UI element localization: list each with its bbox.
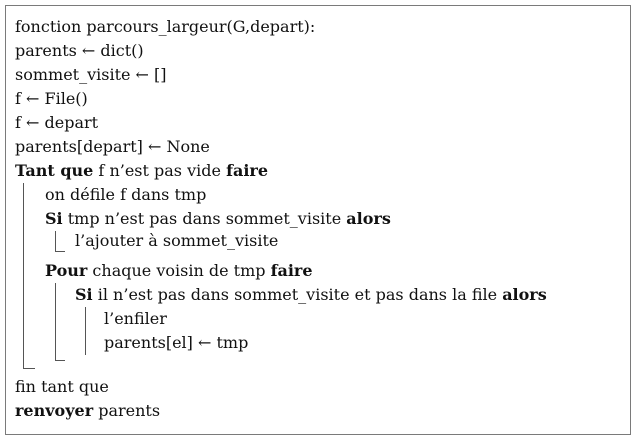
end-while-line: fin tant que [15, 377, 109, 396]
if1-body-line: l’ajouter à sommet_visite [75, 231, 279, 250]
for-condition: chaque voisin de tmp [87, 261, 271, 280]
function-header: fonction parcours_largeur(G,depart): [15, 17, 316, 36]
if2-body-set-parent: parents[el] ← tmp [104, 333, 249, 352]
if1-then-keyword: alors [346, 209, 391, 228]
dequeue-line: on défile f dans tmp [45, 185, 207, 204]
for-keyword: Pour [45, 261, 88, 280]
init-line-parents: parents ← dict() [15, 41, 144, 60]
if2-keyword: Si [75, 285, 93, 304]
for-block-bar [55, 283, 56, 360]
while-condition: f n’est pas vide [93, 161, 227, 180]
for-line: Pour chaque voisin de tmp faire [45, 261, 313, 281]
if1-block-bar [55, 231, 56, 251]
if1-line: Si tmp n’est pas dans sommet_visite alor… [45, 209, 391, 229]
if2-then-keyword: alors [502, 285, 547, 304]
for-block-foot [55, 360, 65, 361]
return-value: parents [93, 401, 161, 420]
if2-line: Si il n’est pas dans sommet_visite et pa… [75, 285, 547, 305]
while-block-foot [23, 368, 35, 369]
while-keyword: Tant que [15, 161, 94, 180]
if2-block-bar [85, 307, 86, 355]
init-line-visited: sommet_visite ← [] [15, 65, 167, 84]
while-do-keyword: faire [226, 161, 268, 180]
return-keyword: renvoyer [15, 401, 94, 420]
if2-condition: il n’est pas dans sommet_visite et pas d… [92, 285, 503, 304]
while-line: Tant que f n’est pas vide faire [15, 161, 268, 181]
for-do-keyword: faire [270, 261, 313, 280]
init-line-parent-start: parents[depart] ← None [15, 137, 210, 156]
if1-block-foot [55, 251, 65, 252]
if2-body-enqueue: l’enfiler [104, 309, 167, 328]
while-block-bar [23, 183, 24, 368]
return-line: renvoyer parents [15, 401, 160, 421]
init-line-enqueue-start: f ← depart [15, 113, 99, 132]
init-line-queue: f ← File() [15, 89, 88, 108]
if1-condition: tmp n’est pas dans sommet_visite [62, 209, 347, 228]
if1-keyword: Si [45, 209, 63, 228]
